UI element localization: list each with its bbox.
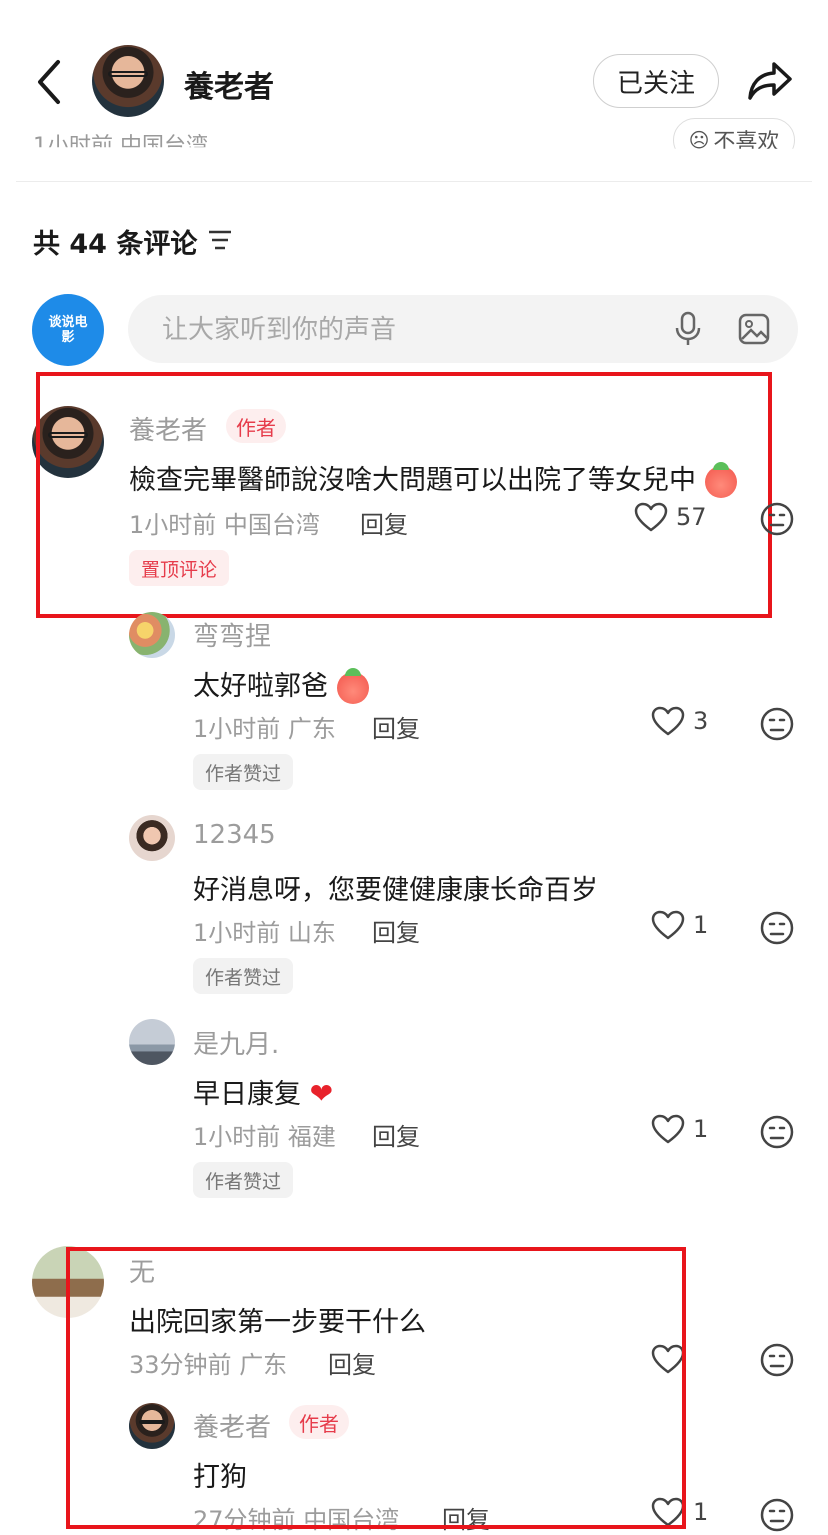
reply-location: 山东 bbox=[287, 919, 336, 947]
author-liked-badge: 作者赞过 bbox=[193, 1162, 294, 1198]
reply-location: 广东 bbox=[287, 715, 336, 743]
reply-time: 1小时前 bbox=[193, 1123, 281, 1151]
reply-avatar[interactable] bbox=[129, 612, 175, 658]
like-count: 3 bbox=[693, 707, 709, 735]
shy-emoji-icon bbox=[336, 667, 369, 704]
author-liked-badge: 作者赞过 bbox=[193, 958, 294, 994]
reply-button[interactable]: 回复 bbox=[372, 709, 420, 744]
dislike-face-icon[interactable] bbox=[760, 1343, 794, 1377]
like-count: 1 bbox=[693, 1115, 709, 1143]
like-button[interactable]: 1 bbox=[651, 910, 708, 940]
heart-icon bbox=[651, 706, 685, 736]
my-avatar-text: 谈说电影 bbox=[48, 315, 88, 345]
highlight-box bbox=[66, 1247, 686, 1529]
heart-icon bbox=[651, 1114, 685, 1144]
share-icon[interactable] bbox=[746, 58, 794, 104]
like-button[interactable]: 3 bbox=[651, 706, 708, 736]
like-button[interactable]: 1 bbox=[651, 1114, 708, 1144]
reply-username[interactable]: 弯弯捏 bbox=[193, 616, 271, 653]
reply-text: 好消息呀，您要健健康康长命百岁 bbox=[193, 875, 598, 906]
image-icon[interactable] bbox=[738, 313, 770, 345]
reply-button[interactable]: 回复 bbox=[372, 1117, 420, 1152]
reply-username[interactable]: 是九月. bbox=[193, 1024, 279, 1061]
highlight-box bbox=[36, 372, 772, 618]
reply-avatar[interactable] bbox=[129, 1019, 175, 1065]
divider bbox=[16, 181, 812, 182]
reply-username[interactable]: 12345 bbox=[193, 820, 276, 850]
dislike-button[interactable]: ☹ 不喜欢 bbox=[673, 118, 795, 155]
reply-text: 早日康复 ❤ bbox=[193, 1072, 333, 1111]
dislike-face-icon[interactable] bbox=[760, 502, 794, 536]
post-meta: 1小时前 中国台湾 bbox=[33, 134, 208, 159]
comment-composer[interactable] bbox=[128, 295, 798, 365]
author-avatar[interactable] bbox=[92, 45, 164, 117]
back-arrow-icon[interactable] bbox=[34, 58, 64, 106]
heart-icon bbox=[651, 910, 685, 940]
dislike-face-icon[interactable] bbox=[760, 911, 794, 945]
reply-text-body: 早日康复 bbox=[193, 1079, 301, 1110]
filter-icon[interactable] bbox=[207, 228, 233, 252]
reply-text: 太好啦郭爸 bbox=[193, 664, 369, 704]
comment-count-label: 共 44 条评论 bbox=[33, 229, 198, 260]
comment-count: 共 44 条评论 bbox=[33, 222, 197, 261]
dislike-face-icon[interactable] bbox=[760, 1115, 794, 1149]
dislike-face-icon: ☹ bbox=[688, 128, 710, 152]
reply-location: 福建 bbox=[287, 1123, 336, 1151]
reply-meta: 1小时前 福建 bbox=[193, 1117, 336, 1152]
reply-button[interactable]: 回复 bbox=[372, 913, 420, 948]
reply-time: 1小时前 bbox=[193, 919, 281, 947]
follow-button[interactable]: 已关注 bbox=[593, 54, 719, 108]
reply-text-body: 太好啦郭爸 bbox=[193, 671, 328, 702]
like-count: 1 bbox=[693, 1498, 709, 1526]
reply-avatar[interactable] bbox=[129, 815, 175, 861]
page-title: 養老者 bbox=[184, 70, 274, 105]
red-heart-emoji-icon: ❤ bbox=[309, 1077, 334, 1110]
dislike-label: 不喜欢 bbox=[713, 130, 780, 155]
reply-meta: 1小时前 山东 bbox=[193, 913, 336, 948]
like-count: 1 bbox=[693, 911, 709, 939]
reply-time: 1小时前 bbox=[193, 715, 281, 743]
my-avatar[interactable]: 谈说电影 bbox=[32, 294, 104, 366]
dislike-face-icon[interactable] bbox=[760, 1498, 794, 1532]
top-bar: 養老者 已关注 1小时前 中国台湾 ☹ 不喜欢 bbox=[0, 0, 828, 165]
dislike-face-icon[interactable] bbox=[760, 707, 794, 741]
reply-meta: 1小时前 广东 bbox=[193, 709, 336, 744]
microphone-icon[interactable] bbox=[673, 311, 703, 347]
author-liked-badge: 作者赞过 bbox=[193, 754, 294, 790]
comment-input[interactable] bbox=[160, 295, 644, 365]
